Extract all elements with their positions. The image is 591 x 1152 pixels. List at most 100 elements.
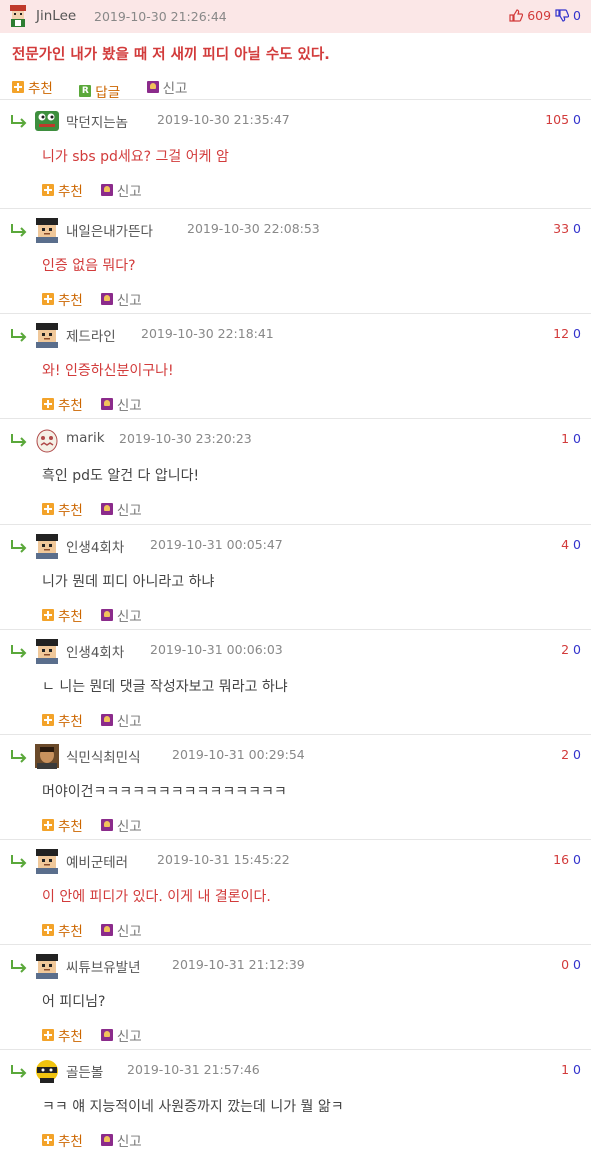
recommend-label: 추천 <box>58 714 83 730</box>
comment-report-button[interactable]: 신고 <box>100 180 142 200</box>
post-upvote-count: 609 <box>527 8 552 23</box>
comment-recommend-button[interactable]: 추천 <box>42 815 83 835</box>
comment-author[interactable]: 인생4회차 <box>66 536 124 556</box>
post-header: JinLee 2019-10-30 21:26:44 609 0 <box>0 0 591 33</box>
comment-author[interactable]: 내일은내가뜬다 <box>66 220 153 240</box>
reply-button[interactable]: R 답글 <box>79 81 120 101</box>
reply-arrow-icon <box>11 540 27 553</box>
commenter-avatar-icon <box>36 534 58 559</box>
comment-upvote-count[interactable]: 1 <box>561 1062 569 1077</box>
comment-text: ㄴ 니는 뭔데 댓글 작성자보고 뭐라고 하냐 <box>42 679 288 695</box>
comment-author[interactable]: 인생4회차 <box>66 641 124 661</box>
comment-recommend-button[interactable]: 추천 <box>42 1025 83 1045</box>
thumbs-down-icon[interactable] <box>555 9 570 22</box>
comment-author[interactable]: marik <box>66 430 105 446</box>
report-label: 신고 <box>116 184 142 200</box>
commenter-avatar-icon <box>36 1060 58 1083</box>
comment-text: 인증 없음 뭐다? <box>42 258 136 274</box>
comment-recommend-button[interactable]: 추천 <box>42 394 83 414</box>
report-icon <box>100 609 113 621</box>
comment-item: 식민식최민식 2019-10-31 00:29:54 2 0 머야이건ㅋㅋㅋㅋㅋㅋㅋㅋㅋ… <box>0 734 591 840</box>
comment-timestamp: 2019-10-31 00:06:03 <box>150 642 283 657</box>
report-label: 신고 <box>116 293 142 309</box>
comment-report-button[interactable]: 신고 <box>100 815 142 835</box>
comment-item: 내일은내가뜬다 2019-10-30 22:08:53 33 0 인증 없음 뭐다? 추천… <box>0 208 591 314</box>
comment-timestamp: 2019-10-31 15:45:22 <box>157 852 290 867</box>
comment-downvote-count[interactable]: 0 <box>573 112 581 127</box>
comment-item: 씨튜브유발년 2019-10-31 21:12:39 0 0 어 피디님? 추천 신고 <box>0 944 591 1050</box>
recommend-label: 추천 <box>58 184 83 200</box>
commenter-avatar-icon <box>35 744 59 769</box>
comment-report-button[interactable]: 신고 <box>100 289 142 309</box>
reply-arrow-icon <box>11 1065 27 1078</box>
report-label: 신고 <box>116 503 142 519</box>
comment-report-button[interactable]: 신고 <box>100 394 142 414</box>
comment-upvote-count[interactable]: 16 <box>553 852 569 867</box>
comment-downvote-count[interactable]: 0 <box>573 221 581 236</box>
report-label: 신고 <box>116 1029 142 1045</box>
report-label: 신고 <box>116 398 142 414</box>
comment-recommend-button[interactable]: 추천 <box>42 1130 83 1150</box>
comment-report-button[interactable]: 신고 <box>100 1130 142 1150</box>
comment-votes: 105 0 <box>545 112 581 127</box>
comment-upvote-count[interactable]: 33 <box>553 221 569 236</box>
comment-report-button[interactable]: 신고 <box>100 710 142 730</box>
comment-downvote-count[interactable]: 0 <box>573 1062 581 1077</box>
comment-votes: 10 <box>561 431 581 446</box>
comment-recommend-button[interactable]: 추천 <box>42 920 83 940</box>
comment-recommend-button[interactable]: 추천 <box>42 605 83 625</box>
post-timestamp: 2019-10-30 21:26:44 <box>94 9 227 24</box>
comment-downvote-count[interactable]: 0 <box>573 747 581 762</box>
comment-author[interactable]: 제드라인 <box>66 325 116 345</box>
comment-report-button[interactable]: 신고 <box>100 605 142 625</box>
comment-report-button[interactable]: 신고 <box>100 499 142 519</box>
comment-recommend-button[interactable]: 추천 <box>42 710 83 730</box>
reply-arrow-icon <box>11 750 27 763</box>
report-icon <box>100 924 113 936</box>
comment-votes: 40 <box>561 537 581 552</box>
reply-arrow-icon <box>11 855 27 868</box>
report-icon <box>100 1029 113 1041</box>
comment-recommend-button[interactable]: 추천 <box>42 289 83 309</box>
report-label: 신고 <box>116 714 142 730</box>
comment-recommend-button[interactable]: 추천 <box>42 180 83 200</box>
comment-upvote-count[interactable]: 2 <box>561 642 569 657</box>
report-icon <box>100 714 113 726</box>
post-actions: 추천 R 답글 신고 <box>12 77 209 101</box>
comment-downvote-count[interactable]: 0 <box>573 642 581 657</box>
comment-downvote-count[interactable]: 0 <box>573 537 581 552</box>
comment-upvote-count[interactable]: 0 <box>561 957 569 972</box>
comment-actions: 추천 신고 <box>42 499 160 519</box>
comment-upvote-count[interactable]: 2 <box>561 747 569 762</box>
comment-upvote-count[interactable]: 4 <box>561 537 569 552</box>
commenter-avatar-icon <box>36 954 58 979</box>
comment-downvote-count[interactable]: 0 <box>573 431 581 446</box>
comment-text: 흑인 pd도 알건 다 압니다! <box>42 468 200 484</box>
recommend-button[interactable]: 추천 <box>12 77 53 97</box>
comment-report-button[interactable]: 신고 <box>100 920 142 940</box>
comment-downvote-count[interactable]: 0 <box>573 957 581 972</box>
comment-downvote-count[interactable]: 0 <box>573 852 581 867</box>
comment-page: JinLee 2019-10-30 21:26:44 609 0 전문가인 내가… <box>0 0 591 1150</box>
comment-author[interactable]: 골든볼 <box>66 1061 103 1081</box>
comment-text: 이 안에 피디가 있다. 이게 내 결론이다. <box>42 889 271 905</box>
comment-author[interactable]: 막던지는놈 <box>66 111 128 131</box>
comment-author[interactable]: 씨튜브유발년 <box>66 956 141 976</box>
thumbs-up-icon[interactable] <box>509 9 524 22</box>
plus-icon <box>42 1134 54 1146</box>
post-author[interactable]: JinLee <box>36 8 76 24</box>
comment-recommend-button[interactable]: 추천 <box>42 499 83 519</box>
comment-upvote-count[interactable]: 1 <box>561 431 569 446</box>
report-icon <box>100 503 113 515</box>
comment-upvote-count[interactable]: 12 <box>553 326 569 341</box>
comment-timestamp: 2019-10-31 00:05:47 <box>150 537 283 552</box>
report-button[interactable]: 신고 <box>146 77 187 97</box>
comment-author[interactable]: 식민식최민식 <box>66 746 141 766</box>
comment-votes: 12 0 <box>553 326 581 341</box>
comment-report-button[interactable]: 신고 <box>100 1025 142 1045</box>
comment-item: 막던지는놈 2019-10-30 21:35:47 105 0 니가 sbs pd세요?… <box>0 99 591 205</box>
comment-upvote-count[interactable]: 105 <box>545 112 569 127</box>
comment-item: marik 2019-10-30 23:20:23 1 0 흑인 pd도 알건 다 압니… <box>0 418 591 524</box>
comment-downvote-count[interactable]: 0 <box>573 326 581 341</box>
comment-author[interactable]: 예비군테러 <box>66 851 128 871</box>
